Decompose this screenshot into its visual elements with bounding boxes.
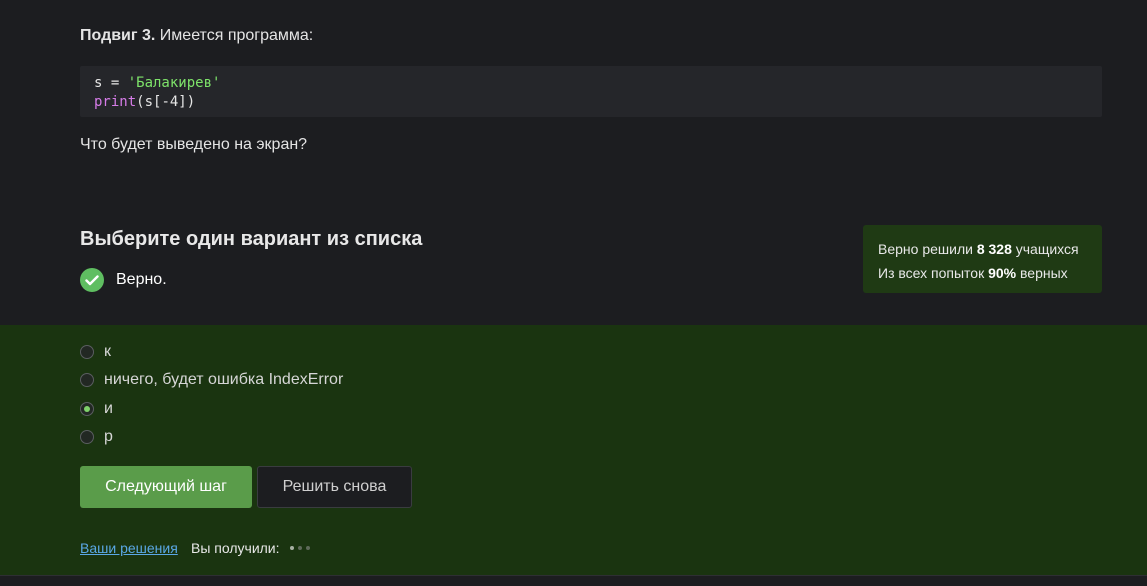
code-block: s = 'Балакирев' print(s[-4]) [80, 66, 1102, 117]
step-page: Подвиг 3. Имеется программа: s = 'Балаки… [0, 0, 1147, 586]
quiz-title: Выберите один вариант из списка [80, 228, 423, 250]
code-string: 'Балакирев' [127, 75, 221, 91]
answer-status: Верно. [80, 268, 167, 292]
page-footer-divider [0, 575, 1147, 586]
next-step-button[interactable]: Следующий шаг [80, 466, 252, 508]
option-3[interactable]: и [80, 399, 113, 419]
task-section: Подвиг 3. Имеется программа: s = 'Балаки… [0, 0, 1147, 325]
code-function: print [94, 94, 137, 110]
option-2[interactable]: ничего, будет ошибка IndexError [80, 370, 343, 390]
option-label: к [104, 343, 111, 360]
status-text: Верно. [116, 271, 167, 288]
radio-button[interactable] [80, 345, 94, 359]
code-var: s = [94, 75, 128, 91]
solve-again-button[interactable]: Решить снова [257, 466, 412, 508]
code-line-2: print(s[-4]) [94, 93, 1088, 112]
received-label: Вы получили: [191, 540, 280, 556]
loading-dots-icon [290, 546, 314, 550]
stats-percent-suffix: верных [1016, 265, 1068, 281]
stats-percent-prefix: Из всех попыток [878, 265, 989, 281]
stats-panel: Верно решили 8 328 учащихся Из всех попы… [863, 225, 1102, 293]
task-number: Подвиг 3. [80, 27, 156, 44]
radio-button[interactable] [80, 373, 94, 387]
radio-button-selected[interactable] [80, 402, 94, 416]
stats-percent-value: 90% [988, 265, 1017, 281]
option-1[interactable]: к [80, 342, 111, 362]
option-label: ничего, будет ошибка IndexError [104, 371, 344, 388]
answers-section [0, 325, 1147, 575]
stats-solved-count: 8 328 [976, 241, 1012, 257]
check-circle-icon [80, 268, 104, 292]
your-solutions-link[interactable]: Ваши решения [80, 540, 178, 556]
radio-button[interactable] [80, 430, 94, 444]
task-heading: Подвиг 3. Имеется программа: [80, 27, 313, 45]
task-heading-text: Имеется программа: [155, 27, 314, 44]
option-label: и [104, 400, 113, 417]
option-label: р [104, 428, 113, 445]
stats-solved: Верно решили 8 328 учащихся [878, 237, 1087, 261]
code-line-1: s = 'Балакирев' [94, 74, 1088, 93]
question-text: Что будет выведено на экран? [80, 136, 308, 153]
code-args: (s[-4]) [136, 94, 196, 110]
stats-solved-suffix: учащихся [1011, 241, 1079, 257]
option-4[interactable]: р [80, 427, 113, 447]
stats-percent: Из всех попыток 90% верных [878, 261, 1087, 285]
stats-solved-prefix: Верно решили [878, 241, 977, 257]
radio-dot [84, 406, 90, 412]
